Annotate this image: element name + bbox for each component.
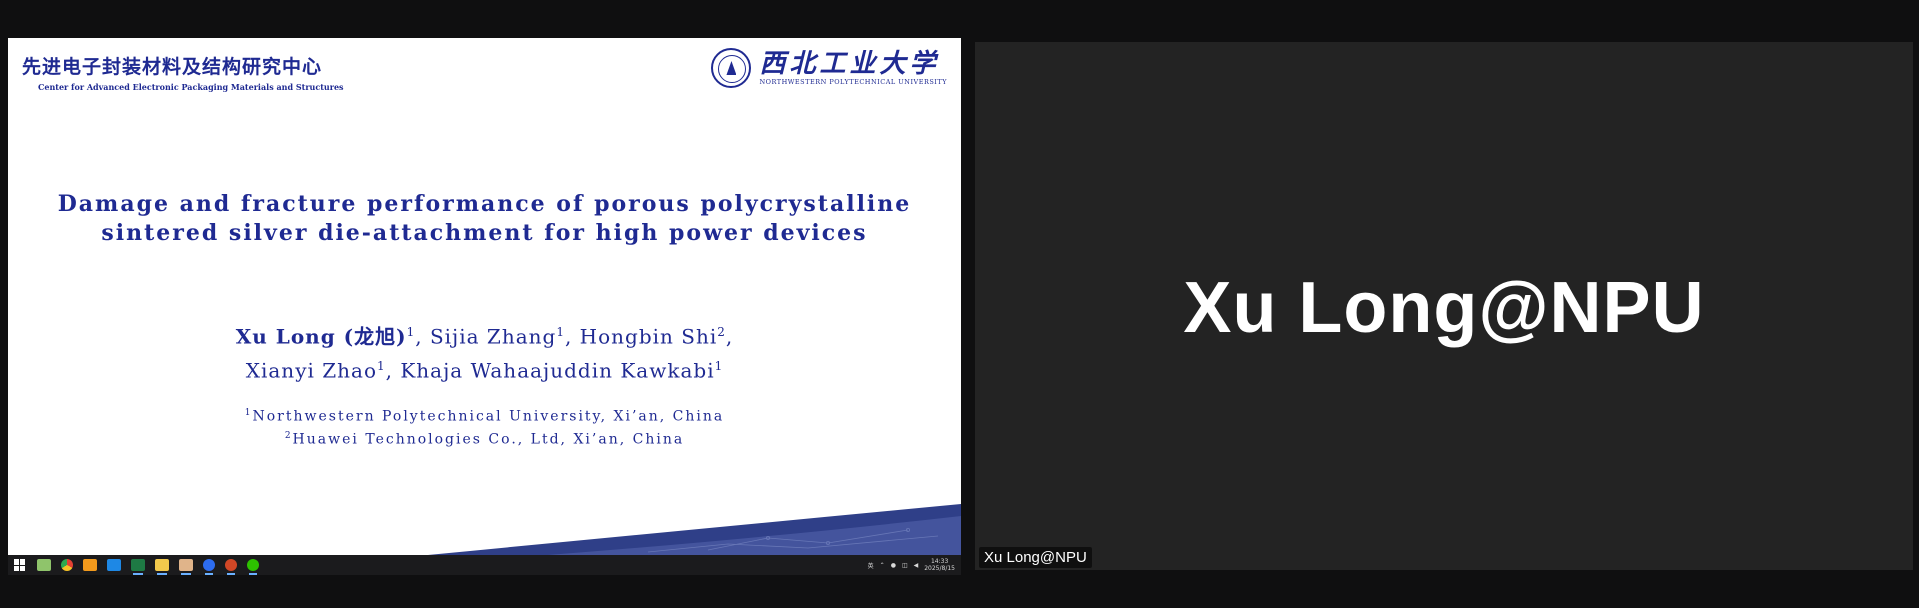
university-logo: 西北工业大学 NORTHWESTERN POLYTECHNICAL UNIVER… xyxy=(711,48,947,88)
university-seal-icon xyxy=(711,48,752,88)
slide-title: Damage and fracture performance of porou… xyxy=(8,190,961,248)
zoom-icon[interactable] xyxy=(203,559,215,575)
university-name-en: NORTHWESTERN POLYTECHNICAL UNIVERSITY xyxy=(759,78,947,86)
participant-display-name: Xu Long@NPU xyxy=(1183,268,1705,348)
author-name: , Hongbin Shi xyxy=(564,324,718,349)
slide-title-line-2: sintered silver die-attachment for high … xyxy=(101,220,868,246)
participant-name-label: Xu Long@NPU xyxy=(979,547,1092,568)
search-app-icon[interactable] xyxy=(83,559,97,571)
affiliations: 1Northwestern Polytechnical University, … xyxy=(8,404,961,449)
author-list: Xu Long (龙旭)1, Sijia Zhang1, Hongbin Shi… xyxy=(8,318,961,385)
network-icon[interactable]: ◫ xyxy=(902,562,908,569)
notepad-icon[interactable] xyxy=(37,559,51,571)
research-center-name-cn: 先进电子封装材料及结构研究中心 xyxy=(22,56,323,78)
shared-screen: 先进电子封装材料及结构研究中心 Center for Advanced Elec… xyxy=(8,38,961,575)
author-name: Xianyi Zhao xyxy=(245,358,377,383)
mail-icon[interactable] xyxy=(179,559,193,575)
clock-time: 14:33 xyxy=(930,558,949,565)
excel-icon[interactable] xyxy=(131,559,145,575)
system-clock[interactable]: 14:33 2025/8/15 xyxy=(924,558,955,572)
system-tray: 英 ⌃ ● ◫ ◀ 14:33 2025/8/15 xyxy=(868,558,961,572)
affiliation-2: 2Huawei Technologies Co., Ltd, Xi’an, Ch… xyxy=(284,430,685,448)
author-name: , Sijia Zhang xyxy=(415,324,557,349)
affiliation-1: 1Northwestern Polytechnical University, … xyxy=(244,408,725,425)
slide-decoration-swoosh xyxy=(428,504,961,555)
author-superscript: 1 xyxy=(376,358,386,373)
star-app-icon[interactable] xyxy=(107,559,121,571)
author-superscript: 1 xyxy=(406,325,416,339)
participant-video-tile[interactable]: Xu Long@NPU Xu Long@NPU xyxy=(975,42,1913,570)
chevron-up-icon[interactable]: ⌃ xyxy=(880,562,885,569)
clock-date: 2025/8/15 xyxy=(924,565,955,572)
author-superscript: 1 xyxy=(556,325,565,339)
author-separator: , xyxy=(725,324,734,349)
author-name: , Khaja Wahaajuddin Kawkabi xyxy=(385,358,715,383)
slide-title-line-1: Damage and fracture performance of porou… xyxy=(57,191,912,217)
presentation-slide: 先进电子封装材料及结构研究中心 Center for Advanced Elec… xyxy=(8,38,961,555)
chrome-icon[interactable] xyxy=(61,559,73,571)
research-center-logo: 先进电子封装材料及结构研究中心 Center for Advanced Elec… xyxy=(22,52,344,92)
university-name-cn: 西北工业大学 xyxy=(759,49,940,79)
windows-taskbar: 英 ⌃ ● ◫ ◀ 14:33 2025/8/15 xyxy=(8,555,961,575)
lead-author: Xu Long (龙旭) xyxy=(235,324,407,349)
windows-start-icon[interactable] xyxy=(14,559,26,571)
author-superscript: 2 xyxy=(717,325,726,339)
powerpoint-icon[interactable] xyxy=(225,559,237,575)
author-superscript: 1 xyxy=(714,358,724,373)
microphone-icon[interactable]: ● xyxy=(891,562,896,569)
input-language-indicator[interactable]: 英 xyxy=(868,561,874,570)
research-center-name-en: Center for Advanced Electronic Packaging… xyxy=(38,82,344,92)
wechat-icon[interactable] xyxy=(247,559,259,575)
speaker-icon[interactable]: ◀ xyxy=(914,562,919,569)
file-explorer-icon[interactable] xyxy=(155,559,169,575)
